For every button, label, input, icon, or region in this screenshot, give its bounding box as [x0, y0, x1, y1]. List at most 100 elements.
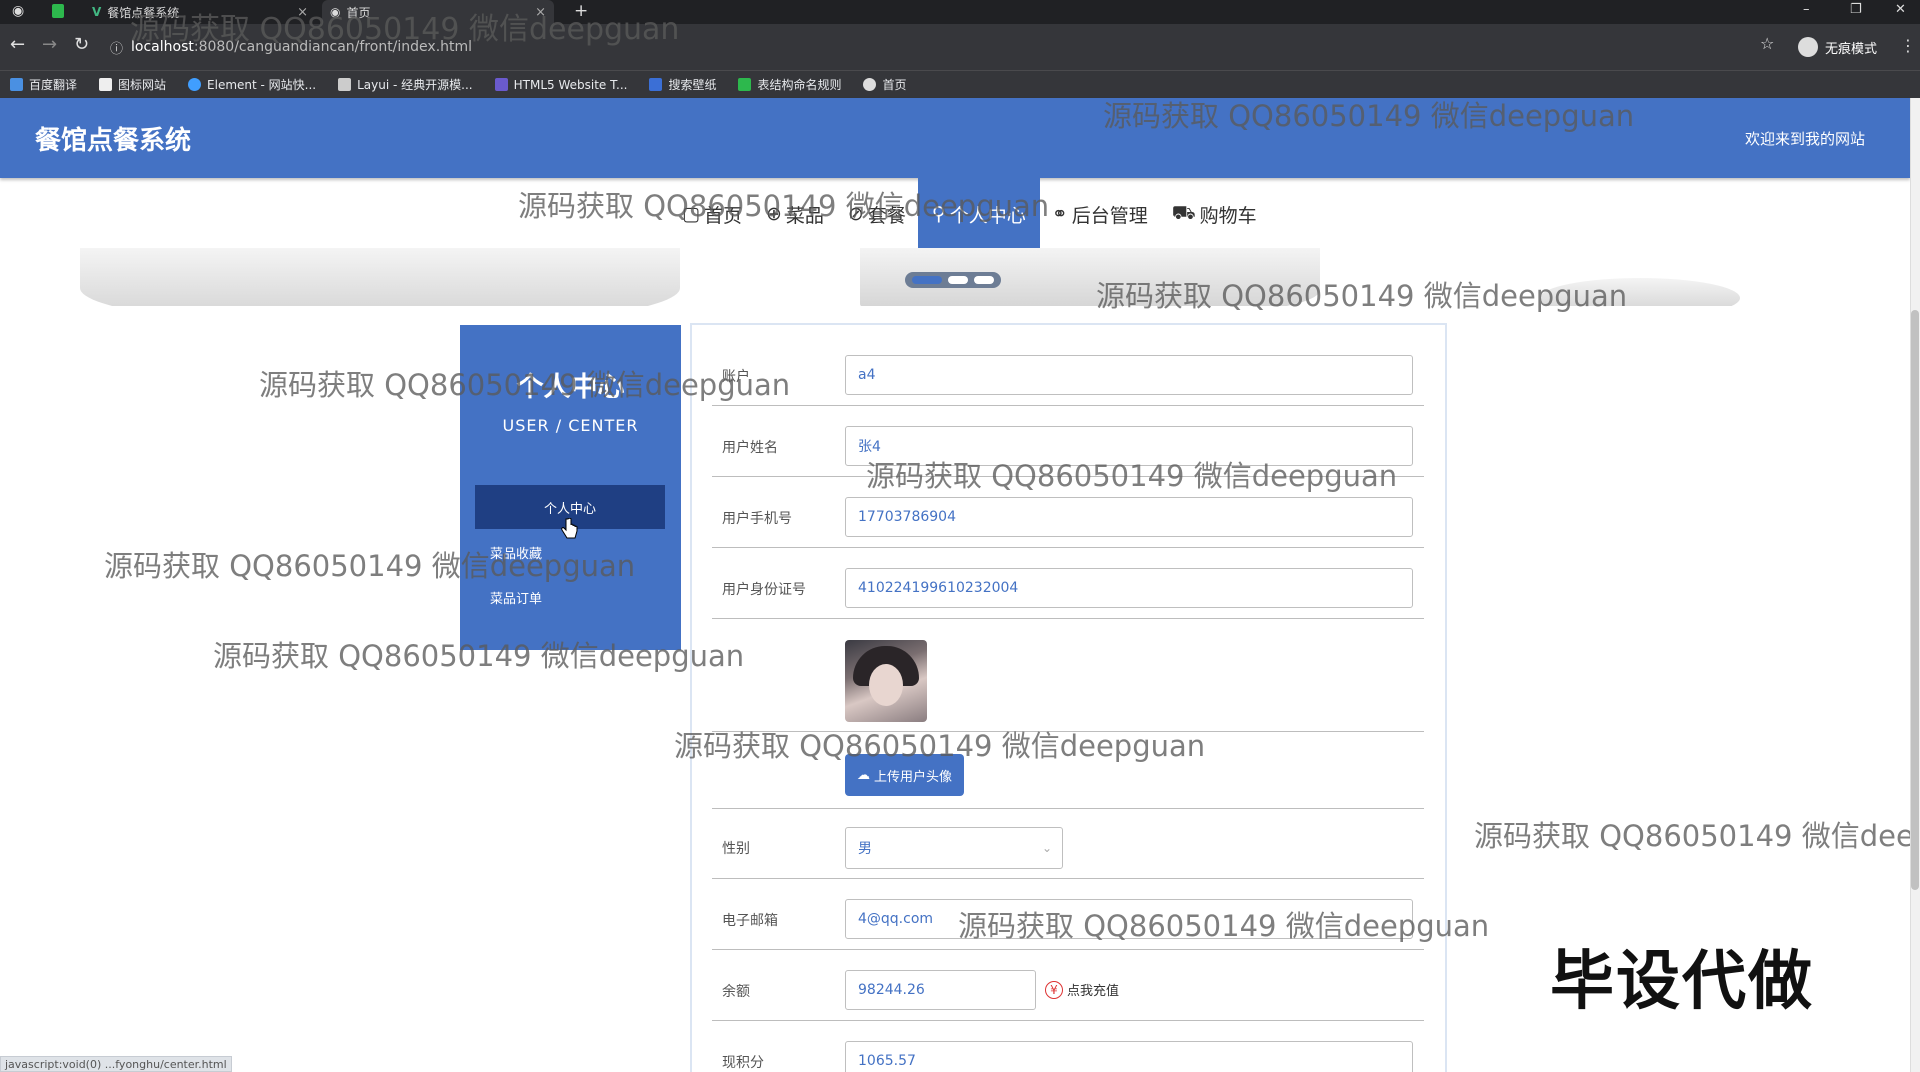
carousel-dot[interactable]	[974, 276, 994, 284]
home-icon: ▢	[682, 203, 700, 225]
bookmark-item[interactable]: 百度翻译	[10, 76, 77, 93]
user-icon: ⚲	[931, 203, 946, 225]
tab-home[interactable]: ◉ 首页 ×	[322, 0, 554, 24]
promo-watermark: 毕设代做	[1550, 945, 1814, 1019]
bookmark-item[interactable]: Layui - 经典开源模...	[338, 76, 473, 93]
welcome-text: 欢迎来到我的网站	[1745, 130, 1866, 148]
recharge-link[interactable]: ¥ 点我充值	[1045, 980, 1119, 999]
account-label: 账户	[722, 369, 750, 385]
close-icon[interactable]: ×	[535, 5, 546, 20]
row-divider	[712, 949, 1424, 950]
incognito-icon	[1798, 37, 1818, 57]
bookmark-item[interactable]: HTML5 Website T...	[494, 78, 627, 92]
tab-label: 餐馆点餐系统	[107, 5, 180, 20]
new-tab-icon[interactable]: +	[574, 1, 588, 21]
back-icon[interactable]: ←	[10, 34, 25, 55]
carousel-indicators	[905, 272, 1001, 288]
site-header	[0, 98, 1910, 178]
profile-label[interactable]: 无痕模式	[1825, 38, 1877, 57]
bookmarks-bar: 百度翻译 图标网站 Element - 网站快... Layui - 经典开源模…	[0, 70, 1920, 98]
sidebar-item-orders[interactable]: 菜品订单	[490, 588, 542, 607]
bookmark-item[interactable]: 搜索壁纸	[649, 76, 716, 93]
bookmark-icon	[99, 78, 113, 91]
tab-restaurant[interactable]: V 餐馆点餐系统 ×	[84, 0, 316, 24]
scrollbar-thumb[interactable]	[1911, 310, 1919, 890]
row-divider	[712, 1020, 1424, 1021]
row-divider	[712, 547, 1424, 548]
row-divider	[712, 618, 1424, 619]
browser-tab-bar: ◉ V 餐馆点餐系统 × ◉ 首页 × + – ❐ ✕	[0, 0, 1920, 24]
bookmark-item[interactable]: 图标网站	[99, 76, 166, 93]
bookmark-item[interactable]: 表结构命名规则	[738, 76, 841, 93]
status-bar-url: javascript:void(0) ...fyonghu/center.htm…	[0, 1056, 232, 1072]
sidebar-subtitle: USER / CENTER	[502, 416, 639, 435]
url-path: :8080/canguandiancan/front/index.html	[193, 39, 473, 55]
globe-icon: ◉	[330, 5, 341, 19]
bookmark-icon	[863, 78, 877, 91]
gender-value: 男	[858, 841, 872, 857]
upload-avatar-button[interactable]: ☁ 上传用户头像	[845, 754, 964, 796]
balance-input[interactable]: 98244.26	[845, 970, 1036, 1010]
nav-admin[interactable]: ⚭ 后台管理	[1040, 178, 1160, 250]
idcard-input[interactable]: 410224199610232004	[845, 568, 1413, 608]
bookmark-item[interactable]: Element - 网站快...	[188, 76, 316, 93]
bookmark-icon	[738, 78, 752, 91]
idcard-label: 用户身份证号	[722, 582, 806, 598]
url-host: localhost	[131, 39, 194, 55]
bookmark-icon	[338, 78, 352, 91]
account-input[interactable]: a4	[845, 355, 1413, 395]
name-label: 用户姓名	[722, 440, 778, 456]
cart-icon: ⛟	[1171, 201, 1196, 224]
chevron-down-icon: ⌄	[1041, 841, 1052, 855]
bookmark-icon	[494, 78, 508, 91]
email-input[interactable]: 4@qq.com	[845, 899, 1413, 939]
phone-label: 用户手机号	[722, 511, 792, 527]
email-label: 电子邮箱	[722, 913, 778, 929]
row-divider	[712, 731, 1424, 732]
tab-label: 首页	[346, 5, 371, 20]
nav-cart[interactable]: ⛟ 购物车	[1160, 178, 1269, 250]
nav-user-center[interactable]: ⚲ 个人中心	[917, 178, 1040, 250]
gender-select[interactable]: 男 ⌄	[845, 827, 1063, 869]
combo-icon: ⊘	[847, 203, 864, 225]
site-title[interactable]: 餐馆点餐系统	[35, 120, 191, 157]
nav-combo[interactable]: ⊘ 套餐	[836, 178, 918, 250]
dish-icon: ⊕	[765, 203, 782, 225]
nav-home[interactable]: ▢ 首页	[670, 178, 754, 250]
name-input[interactable]: 张4	[845, 426, 1413, 466]
points-label: 现积分	[722, 1055, 764, 1071]
nav-dishes[interactable]: ⊕ 菜品	[754, 178, 836, 250]
hand-cursor-icon	[561, 518, 578, 539]
banner-image-shape	[1540, 278, 1740, 306]
bookmark-icon	[10, 78, 23, 91]
carousel-dot[interactable]	[912, 276, 942, 284]
chrome-icon: ◉	[12, 3, 25, 19]
bookmark-item[interactable]: 首页	[863, 76, 907, 93]
phone-input[interactable]: 17703786904	[845, 497, 1413, 537]
yen-icon: ¥	[1045, 980, 1063, 999]
sidebar-item-favorites[interactable]: 菜品收藏	[490, 543, 542, 562]
carousel-dot[interactable]	[948, 276, 968, 284]
row-divider	[712, 878, 1424, 879]
minimize-icon[interactable]: –	[1803, 2, 1810, 17]
bookmark-icon	[649, 78, 663, 91]
row-divider	[712, 476, 1424, 477]
info-icon: ⓘ	[110, 41, 124, 57]
vue-icon: V	[92, 5, 102, 19]
link-icon: ⚭	[1051, 203, 1068, 225]
url-field[interactable]: ⓘ localhost:8080/canguandiancan/front/in…	[110, 33, 1770, 61]
menu-icon[interactable]: ⋮	[1900, 36, 1916, 55]
reload-icon[interactable]: ↻	[74, 34, 89, 55]
app-icon	[52, 4, 64, 18]
points-input[interactable]: 1065.57	[845, 1041, 1413, 1072]
gender-label: 性别	[722, 841, 750, 857]
cloud-upload-icon: ☁	[856, 767, 870, 783]
sidebar-title: 个人中心	[516, 372, 625, 403]
forward-icon[interactable]: →	[42, 34, 57, 55]
close-icon[interactable]: ×	[297, 5, 308, 20]
avatar	[845, 640, 927, 722]
restore-icon[interactable]: ❐	[1850, 2, 1862, 17]
window-close-icon[interactable]: ✕	[1895, 2, 1906, 17]
main-nav: ▢ 首页 ⊕ 菜品 ⊘ 套餐 ⚲ 个人中心 ⚭ 后台管理 ⛟ 购物车	[670, 178, 1269, 250]
screen: ◉ V 餐馆点餐系统 × ◉ 首页 × + – ❐ ✕ ← → ↻ ☆ 无痕模式…	[0, 0, 1920, 1072]
